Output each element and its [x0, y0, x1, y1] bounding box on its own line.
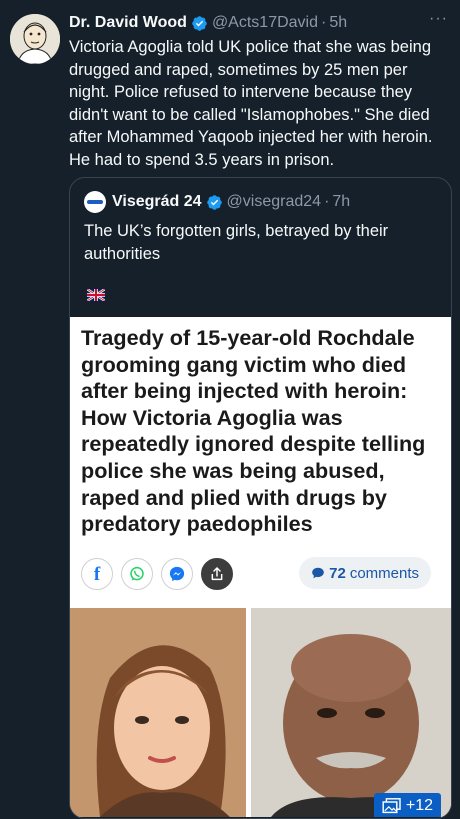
- separator-dot: ·: [324, 193, 330, 210]
- more-images-badge[interactable]: +12: [373, 793, 441, 817]
- quoted-tweet-text: The UK’s forgotten girls, betrayed by th…: [84, 222, 389, 263]
- tweet-header: Dr. David Wood @Acts17David · 5h: [69, 12, 450, 34]
- comments-label: comments: [349, 564, 419, 582]
- messenger-share-button[interactable]: [161, 558, 193, 590]
- quoted-tweet-header: Visegrád 24 @visegrad24 · 7h: [84, 191, 350, 213]
- messenger-icon: [169, 566, 185, 582]
- more-images-count: +12: [405, 797, 433, 814]
- perpetrator-photo[interactable]: +12: [251, 608, 451, 817]
- avatar-cartoon-icon: [10, 14, 60, 64]
- whatsapp-icon: [130, 566, 144, 581]
- tweet-timestamp[interactable]: 5h: [329, 14, 347, 32]
- quoted-author-handle[interactable]: @visegrad24: [227, 193, 322, 211]
- whatsapp-share-button[interactable]: [121, 558, 153, 590]
- comments-link[interactable]: 72 comments: [299, 557, 431, 589]
- gallery-icon: [382, 798, 401, 814]
- article-screenshot[interactable]: Tragedy of 15-year-old Rochdale grooming…: [70, 317, 451, 817]
- facebook-icon: f: [93, 563, 101, 585]
- quoted-tweet[interactable]: Visegrád 24 @visegrad24 · 7h The UK’s fo…: [69, 177, 452, 819]
- author-handle[interactable]: @Acts17David: [212, 14, 318, 32]
- comments-count: 72: [329, 564, 346, 582]
- separator-dot: ·: [321, 14, 327, 31]
- share-button[interactable]: [201, 558, 233, 590]
- victim-photo[interactable]: [70, 608, 246, 817]
- facebook-share-button[interactable]: f: [81, 558, 113, 590]
- author-avatar[interactable]: [10, 14, 60, 64]
- tweet-text: Victoria Agoglia told UK police that she…: [69, 38, 433, 169]
- verified-badge-icon: [206, 194, 223, 211]
- verified-badge-icon: [191, 15, 208, 32]
- portrait-girl-image: [70, 608, 246, 817]
- more-options-icon[interactable]: ···: [429, 10, 448, 28]
- uk-flag-icon: [86, 288, 106, 302]
- share-bar: f 72 comments: [81, 557, 441, 591]
- quoted-author-avatar[interactable]: [84, 191, 106, 213]
- share-upload-icon: [211, 567, 223, 581]
- article-headline: Tragedy of 15-year-old Rochdale grooming…: [81, 325, 426, 537]
- tweet[interactable]: Dr. David Wood @Acts17David · 5h ··· Vic…: [0, 0, 460, 819]
- author-name[interactable]: Dr. David Wood: [69, 14, 187, 32]
- portrait-man-image: [251, 608, 451, 817]
- quoted-author-name[interactable]: Visegrád 24: [112, 193, 202, 211]
- quoted-tweet-timestamp[interactable]: 7h: [332, 193, 350, 211]
- comment-bubble-icon: [312, 567, 324, 579]
